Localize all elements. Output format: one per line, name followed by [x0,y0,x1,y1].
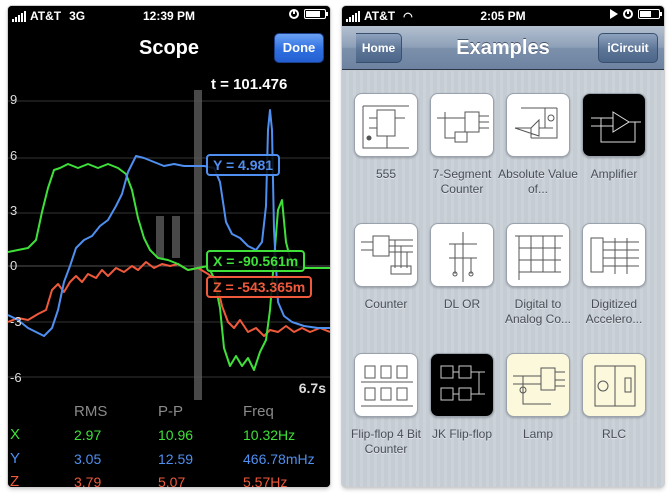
circuit-thumbnail [582,223,646,287]
play-icon [610,9,618,19]
rms-header: RMS [74,403,108,420]
x-pp: 10.96 [158,427,194,443]
marker-bar [156,216,164,258]
time-scale-label: 6.7s [298,380,326,396]
circuit-thumbnail [354,93,418,157]
example-label: 7-Segment Counter [432,167,492,196]
circuit-thumbnail [430,223,494,287]
stats-table: RMS P-P Freq X 2.97 10.96 10.32Hz Y 3.05… [8,400,330,487]
nav-bar: Scope Done [8,26,330,70]
circuit-thumbnail [506,353,570,417]
status-bar: AT&T 3G 12:39 PM [8,6,330,26]
example-label: Digitized Accelero... [585,297,643,326]
y-tick: 6 [10,148,18,163]
y-tick: 0 [10,258,18,273]
x-row-label: X [10,426,21,443]
example-label: JK Flip-flop [431,427,493,441]
z-pp: 5.07 [158,474,186,487]
orientation-lock-icon [289,9,299,19]
example-label: Amplifier [590,167,638,181]
status-bar: AT&T ◠ 2:05 PM [342,6,664,26]
examples-grid: 555 7-Segment Counter Absolute Value of.… [342,71,664,487]
z-row-label: Z [10,473,20,487]
done-button[interactable]: Done [274,33,324,63]
nav-bar: Home Examples iCircuit [342,26,664,70]
scope-plot[interactable]: 9 6 3 0 -3 -6 t = 101.476 6.7s Y = 4.981… [8,70,330,400]
circuit-thumbnail [582,93,646,157]
z-readout: Z = -543.365m [206,276,313,298]
example-label: Digital to Analog Co... [504,297,572,326]
y-tick: 3 [10,203,18,218]
x-freq: 10.32Hz [243,427,296,443]
circuit-thumbnail [430,93,494,157]
y-row-label: Y [10,450,21,467]
y-readout: Y = 4.981 [206,154,281,176]
example-label: DL OR [443,297,481,311]
z-trace [8,261,330,337]
example-label: RLC [601,427,626,441]
pp-header: P-P [158,403,184,420]
example-label: Flip-flop 4 Bit Counter [350,427,422,456]
status-time: 12:39 PM [142,9,196,23]
marker-bar [172,216,180,258]
time-cursor[interactable] [194,90,202,400]
battery-icon [304,9,328,19]
x-rms: 2.97 [74,427,102,443]
y-freq: 466.78mHz [243,451,315,467]
circuit-thumbnail [506,223,570,287]
battery-icon [638,9,662,19]
cursor-time-label: t = 101.476 [211,76,288,93]
z-freq: 5.57Hz [243,474,288,487]
y-tick: -6 [10,370,22,385]
y-trace [8,109,330,337]
y-tick: 9 [10,92,18,107]
example-label: Counter [364,297,408,311]
x-readout: X = -90.561m [206,250,306,272]
orientation-lock-icon [623,9,633,19]
y-rms: 3.05 [74,451,102,467]
circuit-thumbnail [354,223,418,287]
icircuit-button[interactable]: iCircuit [598,33,658,63]
freq-header: Freq [243,403,274,420]
examples-screen: AT&T ◠ 2:05 PM Home Examples iCircuit 55… [342,6,664,487]
example-label: Absolute Value of... [498,167,578,196]
circuit-thumbnail [430,353,494,417]
example-label: 555 [375,167,397,181]
scope-traces [8,90,330,400]
circuit-thumbnail [582,353,646,417]
scope-screen: AT&T 3G 12:39 PM Scope Done 9 6 3 0 -3 -… [8,6,330,487]
example-label: Lamp [522,427,554,441]
circuit-thumbnail [506,93,570,157]
y-tick: -3 [10,314,22,329]
z-rms: 3.79 [74,474,102,487]
circuit-thumbnail [354,353,418,417]
y-pp: 12.59 [158,451,194,467]
